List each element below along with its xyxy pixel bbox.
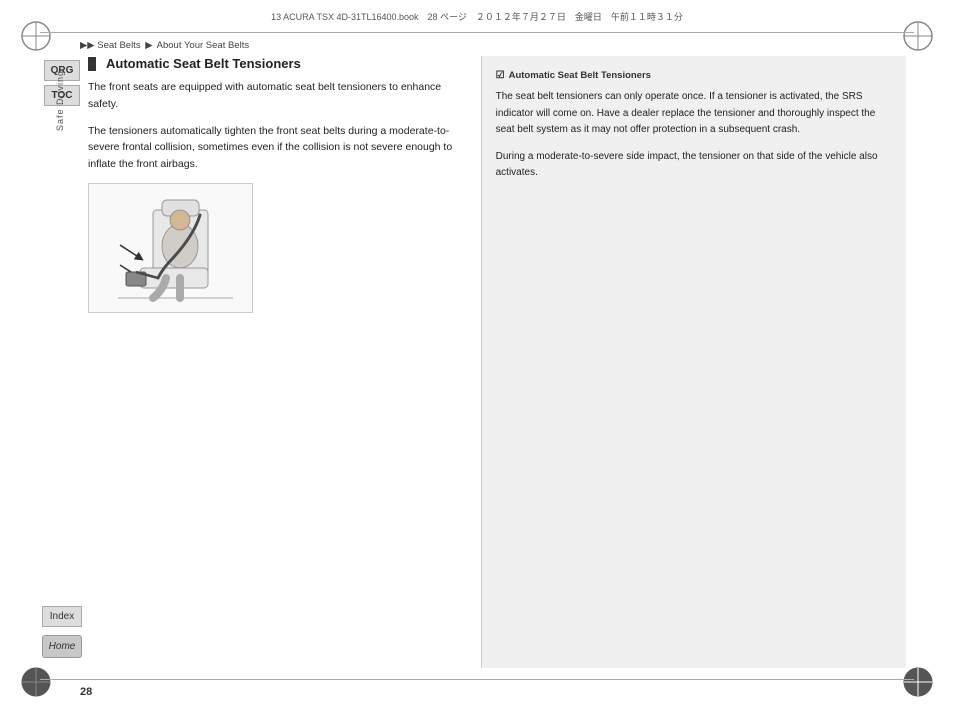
top-bar: 13 ACURA TSX 4D-31TL16400.book 28 ページ ２０… bbox=[0, 0, 954, 32]
right-panel-title-text: Automatic Seat Belt Tensioners bbox=[509, 70, 651, 81]
section-title: Automatic Seat Belt Tensioners bbox=[88, 56, 461, 71]
breadcrumb-arrow1: ▶▶ bbox=[80, 40, 95, 51]
top-rule bbox=[40, 32, 914, 33]
index-button[interactable]: Index bbox=[42, 606, 82, 627]
file-info-text: 13 ACURA TSX 4D-31TL16400.book 28 ページ ２０… bbox=[56, 10, 898, 23]
section-title-bar bbox=[88, 57, 96, 71]
corner-decoration-bl bbox=[18, 664, 54, 700]
left-column: Automatic Seat Belt Tensioners The front… bbox=[88, 56, 481, 668]
seatbelt-svg bbox=[98, 190, 243, 305]
body-text-2: The tensioners automatically tighten the… bbox=[88, 123, 461, 173]
page-number: 28 bbox=[80, 686, 92, 698]
home-button[interactable]: Home bbox=[42, 635, 82, 658]
right-panel-title: ☑ Automatic Seat Belt Tensioners bbox=[496, 70, 892, 81]
body-text-1: The front seats are equipped with automa… bbox=[88, 79, 461, 113]
main-content: Automatic Seat Belt Tensioners The front… bbox=[88, 56, 906, 668]
bottom-rule bbox=[40, 679, 914, 680]
section-title-text: Automatic Seat Belt Tensioners bbox=[106, 56, 301, 71]
corner-decoration-br bbox=[900, 664, 936, 700]
seatbelt-illustration bbox=[88, 183, 253, 313]
safe-driving-label: Safe Driving bbox=[55, 70, 65, 131]
note-text-2: During a moderate-to-severe side impact,… bbox=[496, 149, 892, 182]
note-text-1: The seat belt tensioners can only operat… bbox=[496, 89, 892, 139]
breadcrumb-part1: Seat Belts bbox=[97, 40, 140, 51]
right-column: ☑ Automatic Seat Belt Tensioners The sea… bbox=[481, 56, 906, 668]
breadcrumb-arrow2: ▶ bbox=[145, 40, 152, 51]
breadcrumb: ▶▶ Seat Belts ▶ About Your Seat Belts bbox=[80, 40, 249, 51]
breadcrumb-part2: About Your Seat Belts bbox=[157, 40, 249, 51]
note-icon: ☑ bbox=[496, 70, 505, 81]
left-sidebar: QRG TOC Index Home bbox=[40, 60, 84, 658]
